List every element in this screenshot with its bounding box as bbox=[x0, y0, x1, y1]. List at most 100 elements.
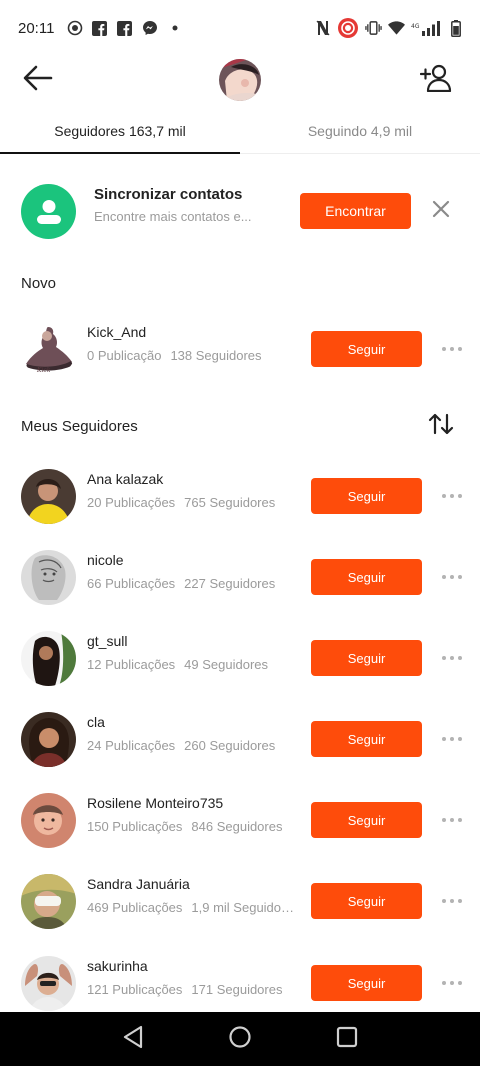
avatar bbox=[21, 469, 76, 524]
avatar bbox=[21, 631, 76, 686]
more-options-button[interactable] bbox=[438, 729, 466, 749]
sync-contacts-card: Sincronizar contatos Encontre mais conta… bbox=[0, 180, 480, 244]
list-item-follower[interactable]: Rosilene Monteiro735 150 Publicações 846 … bbox=[0, 785, 480, 855]
circle-home-icon bbox=[228, 1025, 252, 1054]
user-name: nicole bbox=[87, 552, 124, 568]
svg-text:Kick: Kick bbox=[36, 367, 51, 374]
nav-recents-button[interactable] bbox=[327, 1019, 367, 1059]
contact-icon bbox=[21, 184, 76, 239]
triangle-back-icon bbox=[122, 1025, 144, 1054]
dismiss-sync-button[interactable] bbox=[426, 196, 456, 226]
follow-button[interactable]: Seguir bbox=[311, 883, 422, 919]
facebook-icon bbox=[116, 20, 133, 37]
more-options-button[interactable] bbox=[438, 339, 466, 359]
avatar: Kick bbox=[21, 322, 76, 377]
follow-button[interactable]: Seguir bbox=[311, 640, 422, 676]
posts-count: 24 Publicações bbox=[87, 738, 176, 753]
signal-icon: 4G bbox=[411, 20, 441, 37]
list-item-follower[interactable]: Ana kalazak 20 Publicações 765 Seguidores… bbox=[0, 461, 480, 531]
section-new-label: Novo bbox=[21, 275, 57, 292]
nfc-icon bbox=[314, 20, 331, 37]
followers-count: 1,9 mil Seguidores bbox=[191, 900, 297, 915]
follow-button[interactable]: Seguir bbox=[311, 965, 422, 1001]
list-item-follower[interactable]: sakurinha 121 Publicações 171 Seguidores … bbox=[0, 948, 480, 1018]
nav-home-button[interactable] bbox=[220, 1019, 260, 1059]
followers-count: 260 Seguidores bbox=[184, 738, 276, 753]
tab-followers[interactable]: Seguidores 163,7 mil bbox=[0, 108, 240, 154]
list-item-follower[interactable]: Sandra Januária 469 Publicações 1,9 mil S… bbox=[0, 866, 480, 936]
follow-button[interactable]: Seguir bbox=[311, 559, 422, 595]
target-icon bbox=[66, 20, 83, 37]
nav-back-button[interactable] bbox=[113, 1019, 153, 1059]
user-stats: 469 Publicações 1,9 mil Seguidores bbox=[87, 900, 297, 915]
sort-button[interactable] bbox=[426, 411, 456, 441]
find-contacts-button[interactable]: Encontrar bbox=[300, 193, 411, 229]
close-icon bbox=[432, 200, 450, 223]
vibrate-icon bbox=[365, 20, 382, 37]
more-options-button[interactable] bbox=[438, 486, 466, 506]
user-stats: 12 Publicações 49 Seguidores bbox=[87, 657, 297, 672]
user-stats: 66 Publicações 227 Seguidores bbox=[87, 576, 297, 591]
battery-icon bbox=[447, 19, 464, 37]
avatar bbox=[21, 550, 76, 605]
user-name: Ana kalazak bbox=[87, 471, 164, 487]
tab-following[interactable]: Seguindo 4,9 mil bbox=[240, 108, 480, 153]
square-recents-icon bbox=[336, 1026, 358, 1053]
posts-count: 20 Publicações bbox=[87, 495, 176, 510]
dot-icon bbox=[166, 20, 183, 37]
list-item-follower[interactable]: gt_sull 12 Publicações 49 Seguidores Segu… bbox=[0, 623, 480, 693]
list-item-follower[interactable]: cla 24 Publicações 260 Seguidores Seguir bbox=[0, 704, 480, 774]
user-name: sakurinha bbox=[87, 958, 148, 974]
facebook-icon bbox=[91, 20, 108, 37]
posts-count: 150 Publicações bbox=[87, 819, 183, 834]
profile-avatar[interactable] bbox=[219, 59, 261, 101]
followers-count: 846 Seguidores bbox=[191, 819, 283, 834]
add-user-icon bbox=[419, 64, 452, 97]
user-stats: 20 Publicações 765 Seguidores bbox=[87, 495, 297, 510]
followers-count: 227 Seguidores bbox=[184, 576, 276, 591]
follow-button[interactable]: Seguir bbox=[311, 478, 422, 514]
status-bar: 20:11 4G bbox=[0, 0, 480, 56]
more-options-button[interactable] bbox=[438, 891, 466, 911]
posts-count: 12 Publicações bbox=[87, 657, 176, 672]
posts-count: 469 Publicações bbox=[87, 900, 183, 915]
posts-count: 0 Publicação bbox=[87, 348, 162, 363]
back-button[interactable] bbox=[18, 62, 58, 98]
avatar bbox=[21, 793, 76, 848]
top-bar bbox=[0, 56, 480, 104]
arrow-left-icon bbox=[23, 65, 53, 96]
posts-count: 66 Publicações bbox=[87, 576, 176, 591]
more-options-button[interactable] bbox=[438, 973, 466, 993]
followers-count: 138 Seguidores bbox=[170, 348, 262, 363]
list-item-follower[interactable]: nicole 66 Publicações 227 Seguidores Segu… bbox=[0, 542, 480, 612]
followers-count: 171 Seguidores bbox=[191, 982, 283, 997]
status-time: 20:11 bbox=[18, 19, 55, 37]
user-name: cla bbox=[87, 714, 105, 730]
user-name: Rosilene Monteiro735 bbox=[87, 795, 224, 811]
section-followers-label: Meus Seguidores bbox=[21, 418, 138, 435]
wifi-icon bbox=[388, 20, 405, 37]
messenger-icon bbox=[141, 20, 158, 37]
record-icon bbox=[337, 17, 359, 39]
user-stats: 150 Publicações 846 Seguidores bbox=[87, 819, 297, 834]
user-stats: 0 Publicação 138 Seguidores bbox=[87, 348, 297, 363]
avatar bbox=[21, 956, 76, 1011]
avatar bbox=[21, 874, 76, 929]
follow-button[interactable]: Seguir bbox=[311, 802, 422, 838]
list-item-new-user[interactable]: Kick Kick_And 0 Publicação 138 Seguidores… bbox=[0, 314, 480, 384]
user-name: gt_sull bbox=[87, 633, 128, 649]
follow-button[interactable]: Seguir bbox=[311, 331, 422, 367]
system-nav-bar bbox=[0, 1012, 480, 1066]
posts-count: 121 Publicações bbox=[87, 982, 183, 997]
user-name: Sandra Januária bbox=[87, 876, 190, 892]
more-options-button[interactable] bbox=[438, 567, 466, 587]
svg-text:4G: 4G bbox=[411, 23, 420, 30]
add-friend-button[interactable] bbox=[416, 62, 456, 98]
user-stats: 24 Publicações 260 Seguidores bbox=[87, 738, 297, 753]
followers-count: 49 Seguidores bbox=[184, 657, 269, 672]
follow-tabs: Seguidores 163,7 mil Seguindo 4,9 mil bbox=[0, 108, 480, 154]
sync-subtitle: Encontre mais contatos e... bbox=[94, 209, 252, 224]
more-options-button[interactable] bbox=[438, 810, 466, 830]
more-options-button[interactable] bbox=[438, 648, 466, 668]
follow-button[interactable]: Seguir bbox=[311, 721, 422, 757]
